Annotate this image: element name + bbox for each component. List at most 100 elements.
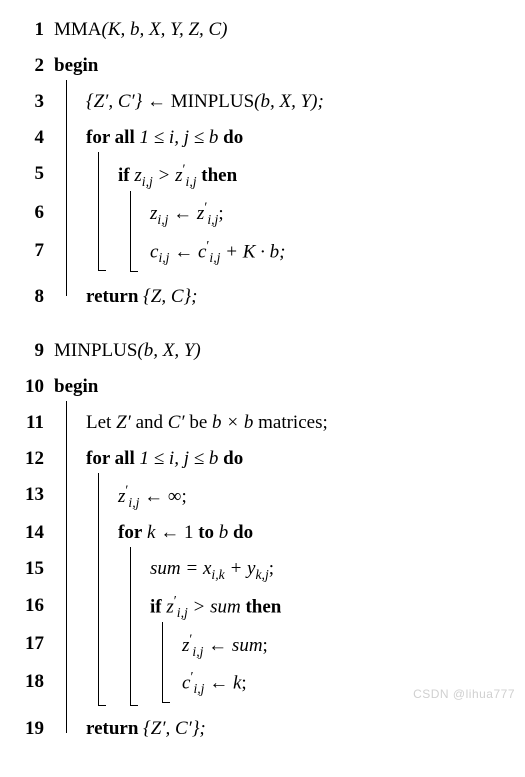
line-number: 4 (18, 120, 54, 156)
keyword-do: do (233, 522, 253, 543)
loop-cond: 1 ≤ i, j ≤ b (135, 127, 223, 148)
line-number: 11 (18, 405, 54, 441)
arrow: ← 1 (160, 522, 198, 543)
return-val: {Z, C}; (138, 286, 197, 307)
semi: ; (241, 673, 246, 694)
code-content: if zi,j > z′i,j then (54, 156, 507, 194)
keyword-then: then (197, 165, 238, 186)
code-content: Let Z′ and C′ be b × b matrices; (54, 405, 507, 441)
code-line: 6 zi,j ← z′i,j; (18, 195, 507, 233)
code-content: begin (54, 48, 507, 84)
line-number: 5 (18, 156, 54, 192)
arrow: ← (203, 635, 232, 656)
code-content: {Z′, C′} ← MINPLUS(b, X, Y); (54, 84, 507, 120)
code-content: return {Z′, C′}; (54, 711, 507, 747)
code-content: z′i,j ← sum; (54, 626, 507, 664)
code-line: 7 ci,j ← c′i,j + K · b; (18, 233, 507, 271)
plus-kb: + K · b; (220, 241, 285, 262)
code-line: 13 z′i,j ← ∞; (18, 477, 507, 515)
var-sum: sum (232, 635, 263, 656)
semi: ; (269, 558, 274, 579)
gt: > (153, 165, 175, 186)
code-line: 4 for all 1 ≤ i, j ≤ b do (18, 120, 507, 156)
var-zp: z (175, 165, 182, 186)
keyword-return: return (86, 718, 138, 739)
keyword-to: to (198, 522, 214, 543)
code-line: 9 MINPLUS(b, X, Y) (18, 333, 507, 369)
subscript: i,j (207, 212, 218, 227)
subscript: k,j (255, 567, 268, 582)
function-args: (b, X, Y) (137, 340, 200, 361)
code-content: zi,j ← z′i,j; (54, 195, 507, 233)
var-zp: Z′ (116, 412, 131, 433)
code-line: 8 return {Z, C}; (18, 279, 507, 315)
function-args: (K, b, X, Y, Z, C) (102, 19, 228, 40)
plus: + (225, 558, 247, 579)
arrow: ← (204, 673, 233, 694)
algorithm-minplus: 9 MINPLUS(b, X, Y) 10 begin 11 Let Z′ an… (18, 333, 507, 747)
code-line: 11 Let Z′ and C′ be b × b matrices; (18, 405, 507, 441)
var-z: z (130, 165, 142, 186)
arrow: ← (169, 241, 198, 262)
dim: b × b (212, 412, 253, 433)
keyword-begin: begin (54, 55, 98, 76)
text-matrices: matrices; (253, 412, 327, 433)
assign-lhs: {Z′, C′} (86, 91, 142, 112)
line-number: 15 (18, 551, 54, 587)
subscript: i,j (157, 212, 168, 227)
line-number: 18 (18, 664, 54, 700)
code-line: 12 for all 1 ≤ i, j ≤ b do (18, 441, 507, 477)
var-cp: C′ (168, 412, 185, 433)
line-number: 14 (18, 515, 54, 551)
var-b: b (214, 522, 233, 543)
gt: > (188, 597, 210, 618)
arrow: ← (142, 91, 171, 112)
text-and: and (131, 412, 168, 433)
line-number: 12 (18, 441, 54, 477)
code-line: 16 if z′i,j > sum then (18, 588, 507, 626)
code-content: sum = xi,k + yk,j; (54, 551, 507, 588)
subscript: i,k (211, 567, 224, 582)
assign-inf: ← ∞; (139, 486, 186, 507)
keyword-forall: for all (86, 448, 135, 469)
return-val: {Z′, C′}; (138, 718, 205, 739)
var-sum: sum (210, 597, 241, 618)
var-sum: sum (150, 558, 181, 579)
keyword-begin: begin (54, 376, 98, 397)
line-number: 8 (18, 279, 54, 315)
subscript: i,j (192, 643, 203, 658)
keyword-do: do (223, 127, 243, 148)
code-content: begin (54, 369, 507, 405)
keyword-if: if (150, 597, 162, 618)
code-content: for k ← 1 to b do (54, 515, 507, 551)
code-content: MINPLUS(b, X, Y) (54, 333, 507, 369)
semi: ; (263, 635, 268, 656)
code-content: z′i,j ← ∞; (54, 477, 507, 515)
keyword-do: do (223, 448, 243, 469)
code-line: 19 return {Z′, C′}; (18, 711, 507, 747)
eq: = (181, 558, 203, 579)
call-args: (b, X, Y); (254, 91, 324, 112)
line-number: 16 (18, 588, 54, 624)
code-line: 18 c′i,j ← k; (18, 664, 507, 702)
code-line: 14 for k ← 1 to b do (18, 515, 507, 551)
keyword-forall: for all (86, 127, 135, 148)
line-number: 9 (18, 333, 54, 369)
function-name: MMA (54, 19, 102, 40)
keyword-then: then (241, 597, 282, 618)
code-content: for all 1 ≤ i, j ≤ b do (54, 441, 507, 477)
var-zp: z (162, 597, 174, 618)
code-line: 1 MMA(K, b, X, Y, Z, C) (18, 12, 507, 48)
line-number: 3 (18, 84, 54, 120)
code-content: return {Z, C}; (54, 279, 507, 315)
line-number: 17 (18, 626, 54, 662)
code-line: 2 begin (18, 48, 507, 84)
arrow: ← (168, 203, 197, 224)
code-line: 3 {Z′, C′} ← MINPLUS(b, X, Y); (18, 84, 507, 120)
subscript: i,j (209, 250, 220, 265)
keyword-return: return (86, 286, 138, 307)
code-content: if z′i,j > sum then (54, 588, 507, 626)
function-name: MINPLUS (54, 340, 137, 361)
code-line: 5 if zi,j > z′i,j then (18, 156, 507, 194)
text-let: Let (86, 412, 116, 433)
